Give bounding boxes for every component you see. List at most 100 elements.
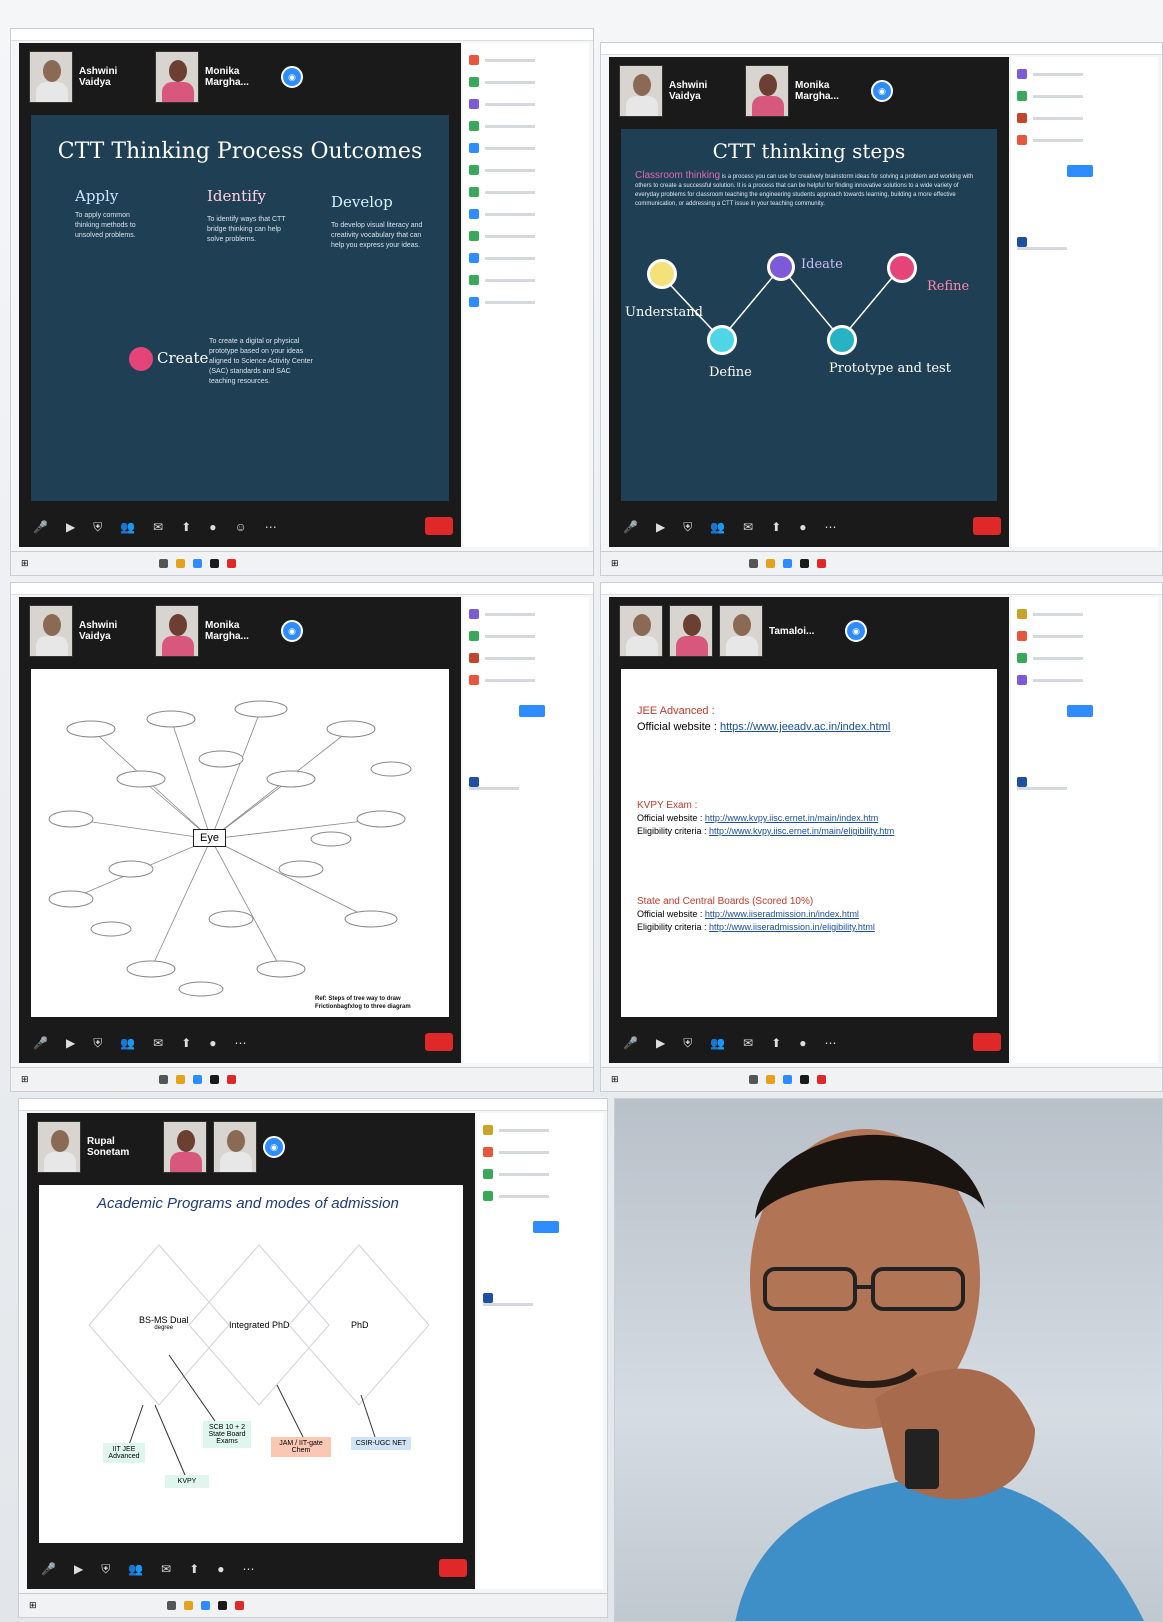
- security-icon[interactable]: ⛨: [101, 1562, 110, 1577]
- website-link[interactable]: http://www.kvpy.iisc.ernet.in/main/eligi…: [709, 826, 894, 836]
- participant-tile[interactable]: Ashwini Vaidya: [29, 605, 149, 657]
- security-icon[interactable]: ⛨: [683, 1036, 692, 1051]
- security-icon[interactable]: ⛨: [93, 520, 102, 535]
- app-icon[interactable]: [226, 559, 236, 568]
- share-screen-icon[interactable]: ⬆: [771, 1036, 781, 1050]
- app-icon[interactable]: [209, 559, 219, 568]
- video-icon[interactable]: ▶: [656, 1036, 665, 1050]
- app-icon[interactable]: [765, 1075, 775, 1084]
- app-icon[interactable]: [799, 1075, 809, 1084]
- mic-icon[interactable]: 🎤: [623, 520, 638, 534]
- list-item[interactable]: [469, 225, 583, 247]
- list-item[interactable]: [469, 269, 583, 291]
- mic-icon[interactable]: 🎤: [33, 520, 48, 534]
- app-icon[interactable]: [192, 1075, 202, 1084]
- list-item[interactable]: [1017, 647, 1152, 669]
- end-meeting-button[interactable]: [439, 1559, 467, 1577]
- list-item[interactable]: [1017, 129, 1152, 151]
- video-icon[interactable]: ▶: [656, 520, 665, 534]
- record-icon[interactable]: ●: [799, 1036, 806, 1050]
- participants-icon[interactable]: 👥: [710, 1036, 725, 1050]
- app-icon[interactable]: [748, 559, 758, 568]
- video-icon[interactable]: ▶: [66, 520, 75, 534]
- list-item[interactable]: [469, 115, 583, 137]
- app-icon[interactable]: [217, 1601, 227, 1610]
- app-icon[interactable]: [748, 1075, 758, 1084]
- app-icon[interactable]: [175, 559, 185, 568]
- chat-icon[interactable]: ✉: [153, 520, 163, 534]
- more-icon[interactable]: ⋯: [825, 1036, 837, 1050]
- participant-tile[interactable]: Monika Margha... ◉: [745, 65, 893, 117]
- admit-button[interactable]: [533, 1221, 559, 1233]
- list-item[interactable]: [469, 159, 583, 181]
- participants-icon[interactable]: 👥: [710, 520, 725, 534]
- more-icon[interactable]: ⋯: [265, 520, 277, 534]
- security-icon[interactable]: ⛨: [93, 1036, 102, 1051]
- website-link[interactable]: http://www.kvpy.iisc.ernet.in/main/index…: [705, 813, 878, 823]
- app-icon[interactable]: [175, 1075, 185, 1084]
- app-icon[interactable]: [183, 1601, 193, 1610]
- list-item[interactable]: [483, 1119, 597, 1141]
- list-item[interactable]: [1017, 63, 1152, 85]
- app-icon[interactable]: [226, 1075, 236, 1084]
- video-icon[interactable]: ▶: [74, 1562, 83, 1576]
- participant-tile[interactable]: [163, 1121, 207, 1173]
- list-item[interactable]: [469, 603, 583, 625]
- record-icon[interactable]: ●: [209, 520, 216, 534]
- windows-start-icon[interactable]: ⊞: [21, 558, 29, 569]
- share-screen-icon[interactable]: ⬆: [181, 1036, 191, 1050]
- website-link[interactable]: http://www.iiseradmission.in/index.html: [705, 909, 859, 919]
- windows-start-icon[interactable]: ⊞: [29, 1600, 37, 1611]
- app-icon[interactable]: [166, 1601, 176, 1610]
- chat-icon[interactable]: ✉: [161, 1562, 171, 1576]
- chat-icon[interactable]: ✉: [743, 1036, 753, 1050]
- app-icon[interactable]: [816, 559, 826, 568]
- end-meeting-button[interactable]: [425, 517, 453, 535]
- record-icon[interactable]: ●: [799, 520, 806, 534]
- list-item[interactable]: [483, 1163, 597, 1185]
- share-screen-icon[interactable]: ⬆: [181, 520, 191, 534]
- app-icon[interactable]: [799, 559, 809, 568]
- app-icon[interactable]: [234, 1601, 244, 1610]
- windows-start-icon[interactable]: ⊞: [611, 558, 619, 569]
- security-icon[interactable]: ⛨: [683, 520, 692, 535]
- participants-icon[interactable]: 👥: [120, 520, 135, 534]
- more-icon[interactable]: ⋯: [235, 1036, 247, 1050]
- list-item[interactable]: [469, 71, 583, 93]
- website-link[interactable]: http://www.iiseradmission.in/eligibility…: [709, 922, 875, 932]
- list-item[interactable]: [1017, 85, 1152, 107]
- participants-icon[interactable]: 👥: [128, 1562, 143, 1576]
- participant-tile[interactable]: Ashwini Vaidya: [619, 65, 739, 117]
- list-item[interactable]: [469, 247, 583, 269]
- end-meeting-button[interactable]: [425, 1033, 453, 1051]
- record-icon[interactable]: ●: [217, 1562, 224, 1576]
- mic-icon[interactable]: 🎤: [623, 1036, 638, 1050]
- app-icon[interactable]: [200, 1601, 210, 1610]
- more-icon[interactable]: ⋯: [243, 1562, 255, 1576]
- participant-tile[interactable]: Monika Margha... ◉: [155, 605, 303, 657]
- list-item[interactable]: [469, 181, 583, 203]
- participant-tile[interactable]: Ashwini Vaidya: [29, 51, 149, 103]
- list-item[interactable]: [1017, 625, 1152, 647]
- list-item[interactable]: [483, 1185, 597, 1207]
- app-icon[interactable]: [782, 1075, 792, 1084]
- mic-icon[interactable]: 🎤: [41, 1562, 56, 1576]
- chat-icon[interactable]: ✉: [743, 520, 753, 534]
- reactions-icon[interactable]: ☺: [235, 520, 247, 534]
- video-icon[interactable]: ▶: [66, 1036, 75, 1050]
- end-meeting-button[interactable]: [973, 517, 1001, 535]
- share-screen-icon[interactable]: ⬆: [189, 1562, 199, 1576]
- participant-tile[interactable]: ◉: [213, 1121, 285, 1173]
- more-icon[interactable]: ⋯: [825, 520, 837, 534]
- list-item[interactable]: [1017, 603, 1152, 625]
- mic-icon[interactable]: 🎤: [33, 1036, 48, 1050]
- admit-button[interactable]: [519, 705, 545, 717]
- windows-start-icon[interactable]: ⊞: [21, 1074, 29, 1085]
- participants-icon[interactable]: 👥: [120, 1036, 135, 1050]
- windows-start-icon[interactable]: ⊞: [611, 1074, 619, 1085]
- app-icon[interactable]: [158, 559, 168, 568]
- list-item[interactable]: [469, 291, 583, 313]
- participant-tile[interactable]: Tamaloi... ◉: [719, 605, 867, 657]
- list-item[interactable]: [469, 203, 583, 225]
- participant-tile[interactable]: Monika Margha... ◉: [155, 51, 303, 103]
